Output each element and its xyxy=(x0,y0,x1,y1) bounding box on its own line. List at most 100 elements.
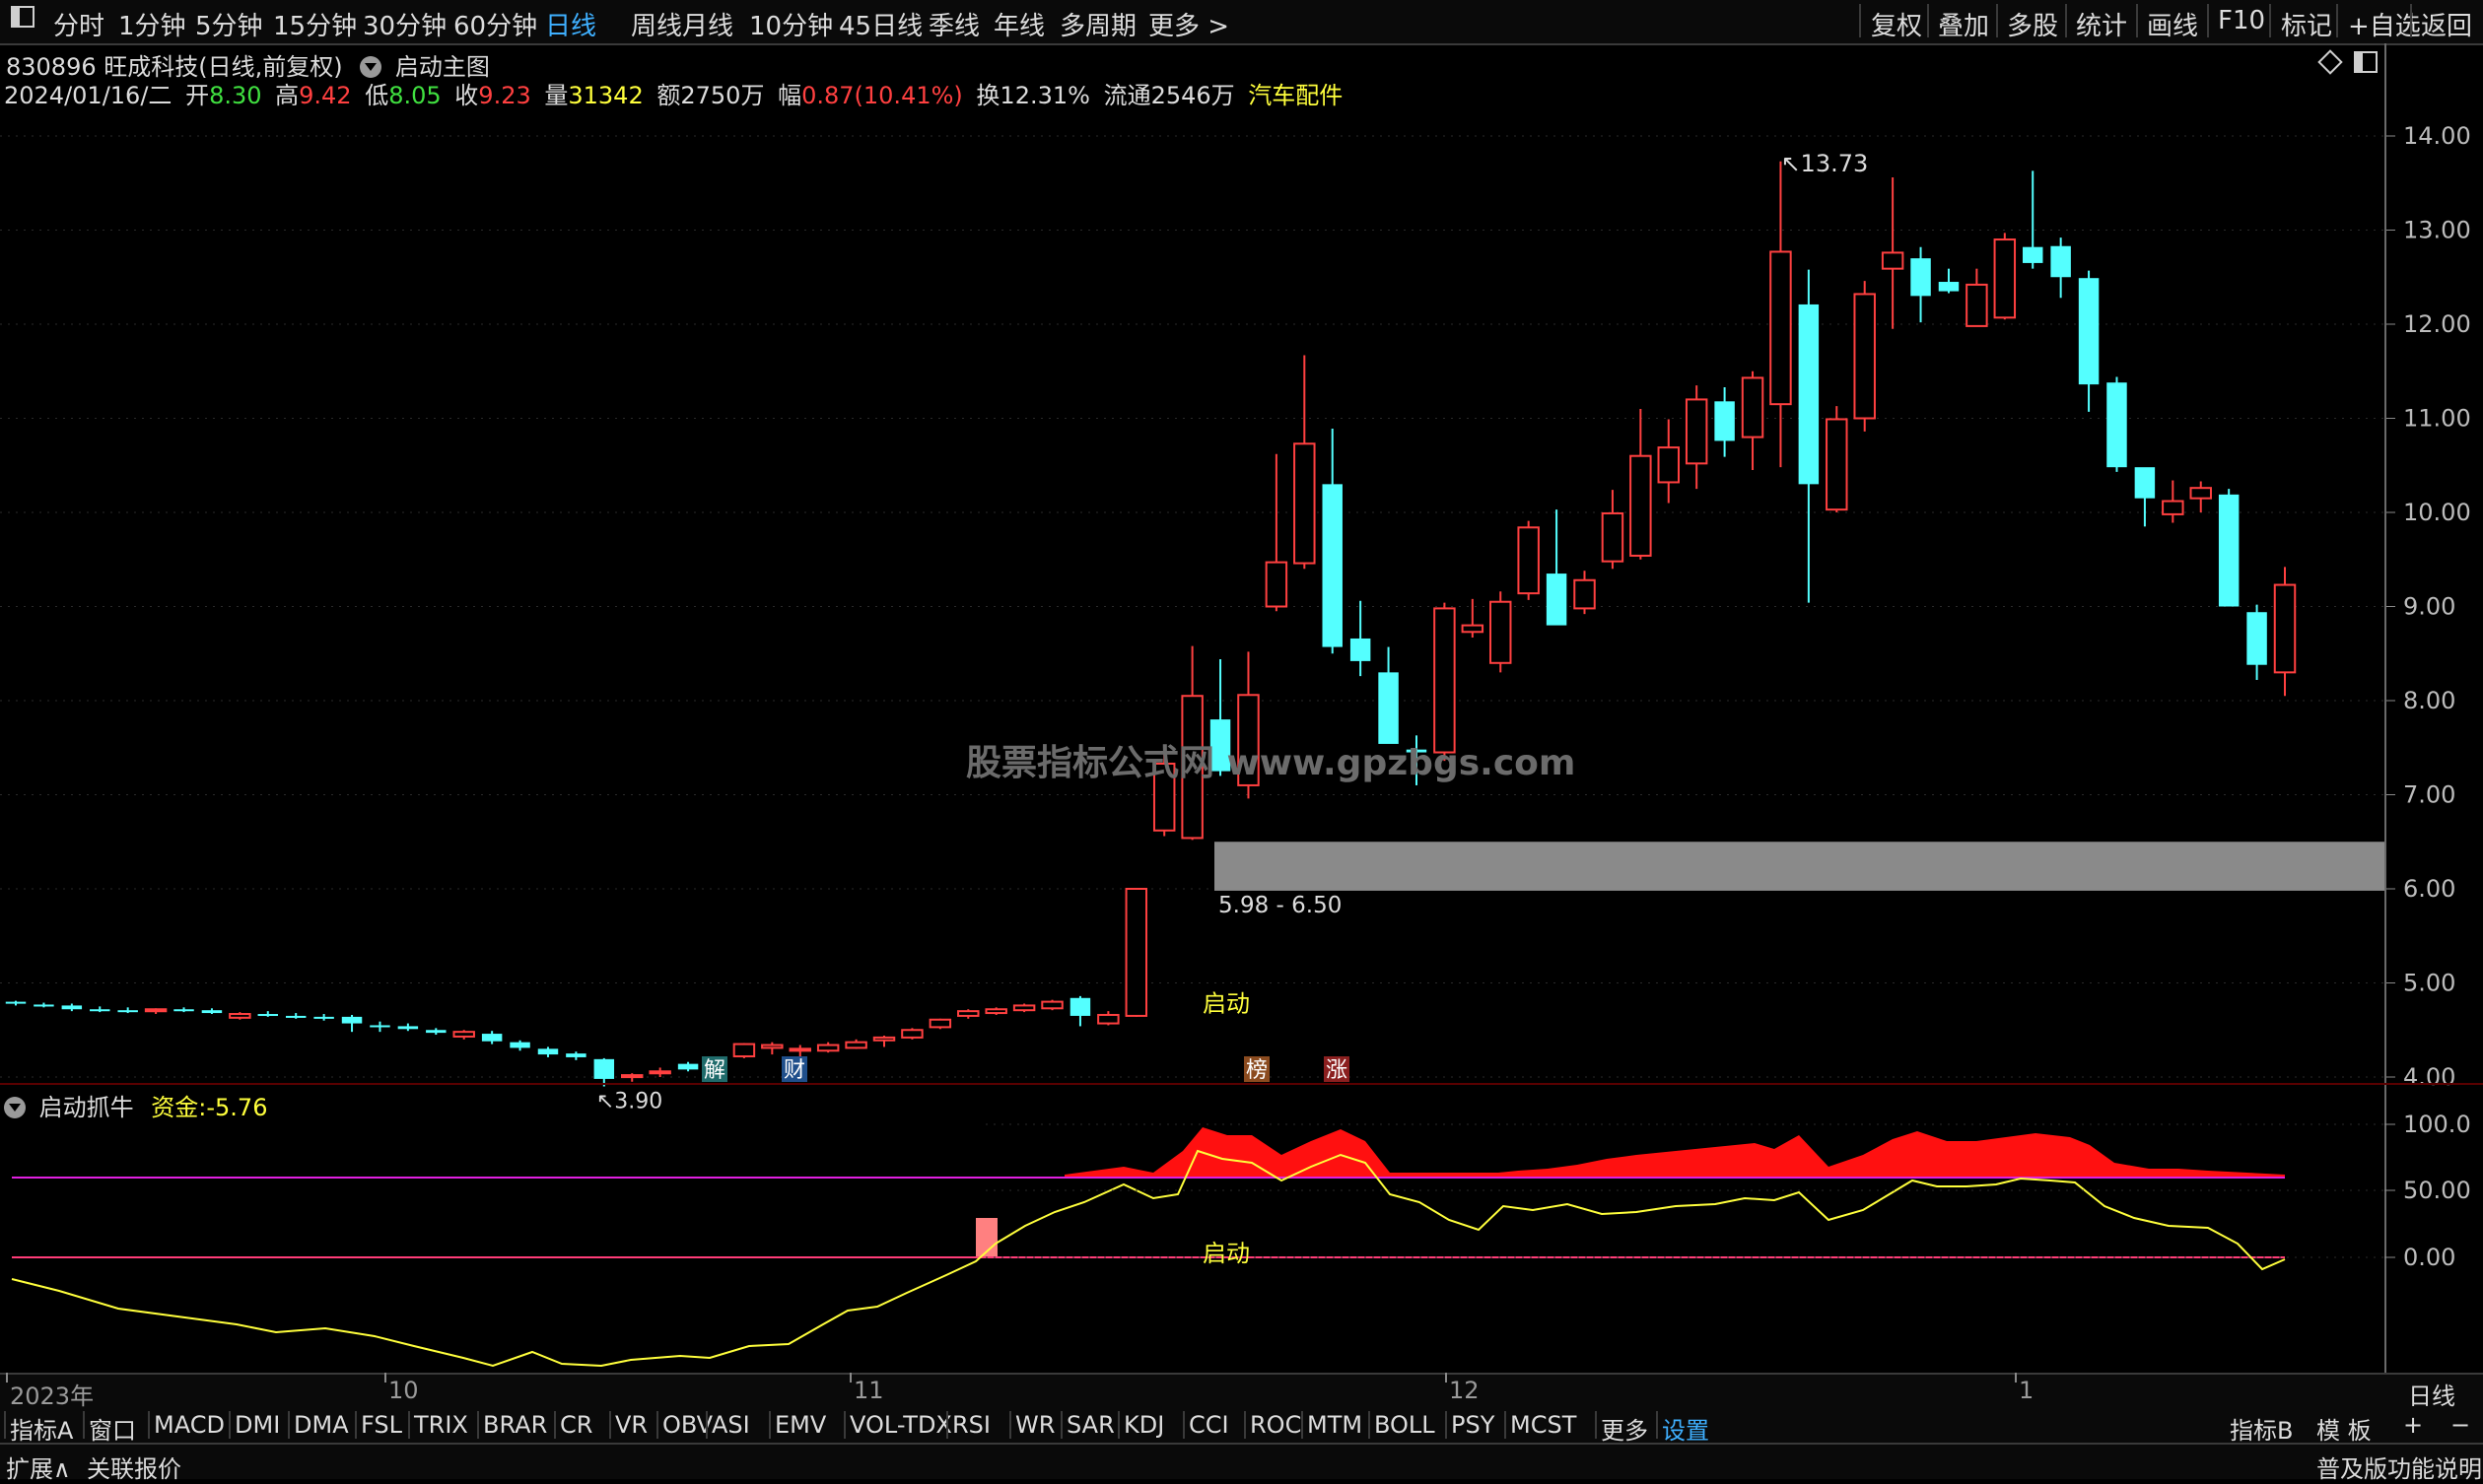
candle-body xyxy=(566,1053,586,1057)
y-tick-label: 12.00 xyxy=(2403,310,2471,338)
indicator-tab[interactable]: TRIX xyxy=(414,1411,468,1439)
indicator-tab[interactable]: SAR xyxy=(1067,1411,1115,1439)
period-tab[interactable]: 1分钟 xyxy=(118,6,186,42)
indicator-right-button[interactable]: + xyxy=(2403,1411,2423,1439)
indicator-tab[interactable]: VOL-TDX xyxy=(850,1411,952,1439)
indicator-y-tick-label: 50.00 xyxy=(2403,1177,2471,1204)
indicator-tab[interactable]: MACD xyxy=(154,1411,225,1439)
indicator-right-button[interactable]: − xyxy=(2450,1411,2470,1439)
indicator-tab[interactable]: ROC xyxy=(1250,1411,1301,1439)
toolbar-action-button[interactable]: 叠加 xyxy=(1938,6,1989,42)
period-tab[interactable]: 30分钟 xyxy=(363,6,447,42)
period-tab[interactable]: 15分钟 xyxy=(273,6,357,42)
candle-body xyxy=(621,1074,644,1079)
sidebar-toggle-icon[interactable] xyxy=(10,4,35,36)
indicator-tab[interactable]: VR xyxy=(615,1411,648,1439)
indicator-tab[interactable]: CR xyxy=(560,1411,592,1439)
period-tab[interactable]: 分时 xyxy=(53,6,104,42)
tab-separator xyxy=(1656,1411,1658,1439)
indicator-tab[interactable]: 窗口 xyxy=(89,1411,136,1446)
indicator-right-button[interactable]: 指标B xyxy=(2230,1411,2293,1446)
indicator-tab[interactable]: ASI xyxy=(712,1411,750,1439)
indicator-tab[interactable]: 指标A xyxy=(10,1411,73,1446)
candle-body xyxy=(872,1036,896,1042)
candle-body xyxy=(173,1009,194,1012)
indicator-tab[interactable]: DMA xyxy=(294,1411,349,1439)
indicator-tab[interactable]: WR xyxy=(1015,1411,1055,1439)
indicator-tab[interactable]: 更多 xyxy=(1601,1411,1648,1446)
toolbar-action-button[interactable]: 统计 xyxy=(2076,6,2127,42)
toolbar-action-button[interactable]: 标记 xyxy=(2281,6,2332,42)
period-tab[interactable]: 周线 xyxy=(631,6,682,42)
indicator-tab[interactable]: FSL xyxy=(361,1411,402,1439)
date-axis xyxy=(0,1373,2483,1410)
indicator-chart[interactable]: 100.0 50.00 0.00 启动 xyxy=(0,1084,2483,1380)
indicator-tab[interactable]: PSY xyxy=(1451,1411,1494,1439)
period-tab[interactable]: 日线 xyxy=(545,6,596,42)
toolbar-action-button[interactable]: 多股 xyxy=(2007,6,2058,42)
date-axis-label: 12 xyxy=(1449,1377,1480,1404)
candle-body xyxy=(452,1031,475,1038)
candle-body xyxy=(816,1044,840,1052)
period-tab[interactable]: 60分钟 xyxy=(453,6,537,42)
indicator-tab[interactable]: DMI xyxy=(235,1411,280,1439)
tab-separator xyxy=(83,1411,85,1439)
period-tab[interactable]: 月线 xyxy=(682,6,733,42)
toolbar-action-button[interactable]: 复权 xyxy=(1871,6,1922,42)
candle-body xyxy=(1910,258,1931,297)
price-zone xyxy=(1214,842,2384,891)
tab-separator xyxy=(609,1411,611,1439)
candle-body xyxy=(61,1005,83,1010)
indicator-tab[interactable]: CCI xyxy=(1189,1411,1229,1439)
high-marker-label: ↖13.73 xyxy=(1780,150,1868,177)
date-axis-label: 10 xyxy=(388,1377,419,1404)
tab-separator xyxy=(288,1411,290,1439)
candle-body xyxy=(2189,487,2212,500)
indicator-tab[interactable]: EMV xyxy=(775,1411,826,1439)
candle-body xyxy=(732,1043,756,1057)
indicator-tab[interactable]: KDJ xyxy=(1124,1411,1164,1439)
right-axis-period-label[interactable]: 日线 xyxy=(2408,1377,2455,1411)
tab-separator xyxy=(1118,1411,1120,1439)
y-tick-label: 5.00 xyxy=(2403,970,2455,997)
period-tab[interactable]: 5分钟 xyxy=(195,6,263,42)
candlestick-chart[interactable]: 14.00 13.00 12.00 11.00 10.00 9.00 8.00 7.00 6.0… xyxy=(0,43,2483,1127)
tab-separator xyxy=(946,1411,948,1439)
candle-body xyxy=(1517,526,1540,595)
y-tick-label: 10.00 xyxy=(2403,499,2471,526)
candle-body xyxy=(1125,888,1148,1017)
toolbar-action-button[interactable]: 画线 xyxy=(2147,6,2198,42)
period-tab[interactable]: 季线 xyxy=(929,6,980,42)
start-signal-label: 启动 xyxy=(1203,990,1250,1018)
period-tab[interactable]: 45日线 xyxy=(839,6,923,42)
tab-separator xyxy=(1368,1411,1370,1439)
candle-body xyxy=(1881,251,1904,270)
date-axis-tick xyxy=(384,1373,386,1383)
toolbar-separator xyxy=(2410,4,2412,37)
candle-body xyxy=(1349,638,1371,661)
candle-body xyxy=(593,1058,615,1079)
candle-body xyxy=(789,1047,811,1052)
main-chart-labels: ↖13.73↖3.905.98 - 6.50启动股票指标公式网 www.gpzb… xyxy=(596,150,1868,1114)
y-tick-label: 8.00 xyxy=(2403,687,2455,714)
period-tab[interactable]: 多周期 xyxy=(1060,6,1137,42)
period-tab[interactable]: 更多 > xyxy=(1148,6,1229,42)
indicator-tab[interactable]: MTM xyxy=(1307,1411,1362,1439)
period-tab[interactable]: 年线 xyxy=(994,6,1045,42)
y-tick-label: 6.00 xyxy=(2403,875,2455,903)
indicator-tab[interactable]: MCST xyxy=(1510,1411,1576,1439)
candle-body xyxy=(1657,446,1680,484)
tab-separator xyxy=(1445,1411,1447,1439)
indicator-tab[interactable]: 设置 xyxy=(1662,1411,1709,1446)
indicator-right-button[interactable]: 模 板 xyxy=(2316,1411,2372,1446)
indicator-tab[interactable]: BOLL xyxy=(1374,1411,1435,1439)
toolbar-action-button[interactable]: 返回 xyxy=(2421,6,2472,42)
toolbar-action-button[interactable]: F10 xyxy=(2218,6,2265,35)
indicator-tab[interactable]: BRAR xyxy=(483,1411,547,1439)
candle-body xyxy=(117,1010,138,1013)
period-tab[interactable]: 10分钟 xyxy=(749,6,833,42)
candle-body xyxy=(1826,418,1848,511)
date-axis-tick xyxy=(2015,1373,2017,1383)
candle-body xyxy=(1629,454,1652,557)
indicator-tab[interactable]: RSI xyxy=(952,1411,991,1439)
